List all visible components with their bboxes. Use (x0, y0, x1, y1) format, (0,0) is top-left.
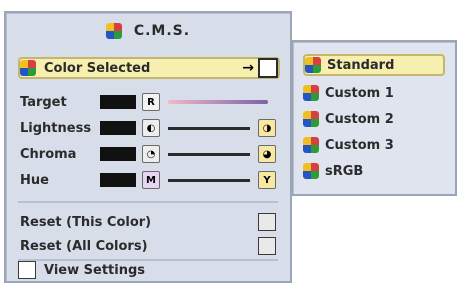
param-hue-indicator (100, 173, 136, 187)
color-presets-menu: Standard Custom 1 Custom 2 Custom 3 sRGB (291, 40, 457, 196)
custom-3-icon (303, 137, 319, 153)
lightness-plus-badge: ◑ (258, 119, 276, 137)
color-selected-label: Color Selected (44, 60, 151, 76)
reset-all-colors[interactable]: Reset (All Colors) (20, 235, 276, 257)
preset-custom-1[interactable]: Custom 1 (303, 82, 445, 104)
param-chroma[interactable]: Chroma ◔ ◕ (20, 143, 276, 165)
param-lightness[interactable]: Lightness ◐ ◑ (20, 117, 276, 139)
chroma-minus-badge: ◔ (142, 145, 160, 163)
reset-icon (258, 213, 276, 231)
view-settings-label: View Settings (44, 262, 146, 278)
hue-y-badge: Y (258, 171, 276, 189)
preset-srgb-label: sRGB (325, 163, 364, 179)
lightness-slider[interactable] (168, 126, 250, 130)
preset-custom-2-label: Custom 2 (325, 111, 394, 127)
srgb-icon (303, 163, 319, 179)
param-target[interactable]: Target R (20, 91, 276, 113)
chroma-slider[interactable] (168, 152, 250, 156)
param-hue[interactable]: Hue M Y (20, 169, 276, 191)
arrow-right-icon: → (242, 60, 254, 76)
param-chroma-indicator (100, 147, 136, 161)
cms-title: C.M.S. (6, 23, 290, 39)
color-selected-row[interactable]: Color Selected → (18, 57, 280, 79)
view-settings[interactable]: View Settings (18, 259, 278, 281)
preset-standard[interactable]: Standard (303, 54, 445, 76)
preset-standard-label: Standard (327, 57, 395, 73)
param-target-badge: R (142, 93, 160, 111)
param-hue-label: Hue (20, 172, 49, 188)
preset-custom-3-label: Custom 3 (325, 137, 394, 153)
custom-1-icon (303, 85, 319, 101)
preset-custom-3[interactable]: Custom 3 (303, 134, 445, 156)
lightness-minus-badge: ◐ (142, 119, 160, 137)
cms-title-text: C.M.S. (133, 23, 191, 39)
param-lightness-indicator (100, 121, 136, 135)
color-selected-icon (20, 60, 36, 76)
preset-srgb[interactable]: sRGB (303, 160, 445, 182)
color-selector-icon (258, 58, 278, 78)
preset-custom-1-label: Custom 1 (325, 85, 394, 101)
target-hue-bar (168, 100, 268, 104)
cms-divider-1 (18, 201, 278, 203)
cms-icon (105, 23, 122, 39)
param-chroma-label: Chroma (20, 146, 77, 162)
view-settings-icon (18, 261, 36, 279)
reset-this-color-label: Reset (This Color) (20, 214, 152, 230)
hue-slider[interactable] (168, 178, 250, 182)
chroma-plus-badge: ◕ (258, 145, 276, 163)
custom-2-icon (303, 111, 319, 127)
param-target-indicator (100, 95, 136, 109)
preset-custom-2[interactable]: Custom 2 (303, 108, 445, 130)
param-lightness-label: Lightness (20, 120, 92, 136)
reset-all-colors-label: Reset (All Colors) (20, 238, 148, 254)
cms-panel: C.M.S. Color Selected → Target R Lightne… (4, 11, 292, 283)
hue-m-badge: M (142, 171, 160, 189)
reset-icon (258, 237, 276, 255)
standard-icon (305, 57, 321, 73)
param-target-label: Target (20, 94, 67, 110)
reset-this-color[interactable]: Reset (This Color) (20, 211, 276, 233)
